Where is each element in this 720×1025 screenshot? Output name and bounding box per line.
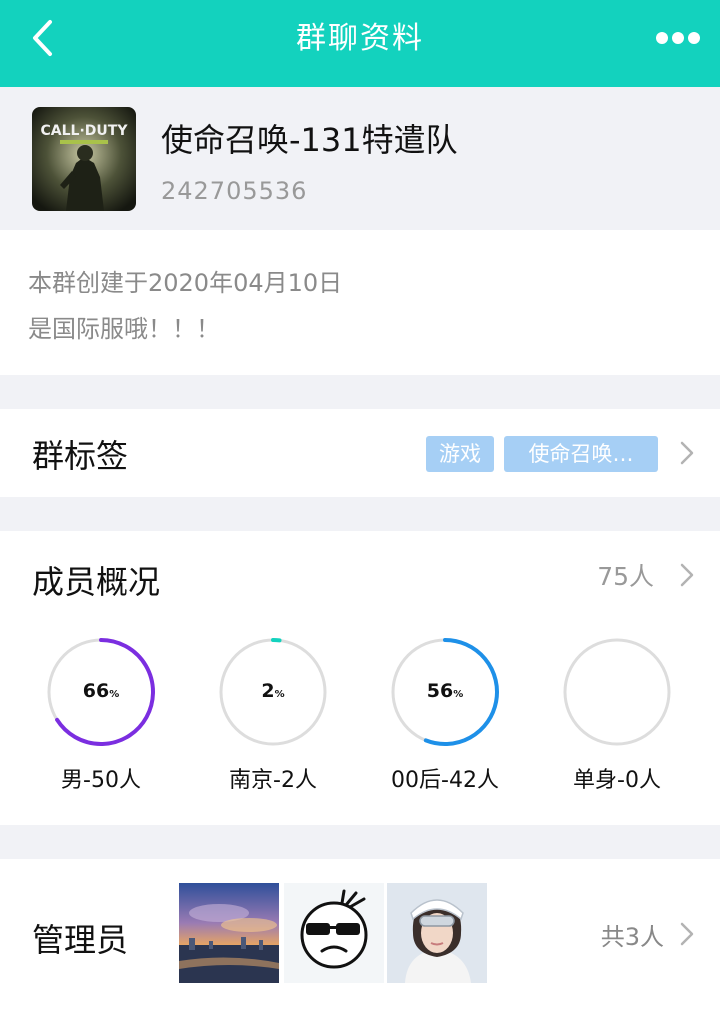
group-tags-row[interactable]: 群标签 游戏 使命召唤… xyxy=(0,409,720,497)
intro-line-1: 本群创建于2020年04月10日 xyxy=(28,269,343,297)
group-intro[interactable]: 本群创建于2020年04月10日 是国际服哦！！！ xyxy=(0,230,720,375)
city-label: 南京-2人 xyxy=(229,768,317,793)
members-label: 成员概况 xyxy=(32,563,161,601)
admin-total: 共3人 xyxy=(600,923,664,951)
member-count: 75人 xyxy=(597,562,654,591)
members-overview[interactable]: 成员概况 75人 66% 男-50人 2% 南京-2人 56% 00后-42人 xyxy=(0,531,720,825)
gender-label: 男-50人 xyxy=(61,768,141,793)
admin-avatar-1[interactable] xyxy=(179,883,279,983)
gender-percent: 66% xyxy=(82,680,120,702)
page-title: 群聊资料 xyxy=(296,21,424,56)
group-avatar[interactable]: CALL·DUTY xyxy=(32,107,136,211)
chevron-right-icon xyxy=(680,922,694,946)
chevron-right-icon xyxy=(680,441,694,465)
svg-text:CALL·DUTY: CALL·DUTY xyxy=(41,123,129,139)
tags-label: 群标签 xyxy=(32,437,129,475)
group-id: 242705536 xyxy=(161,177,308,205)
single-ring xyxy=(563,638,671,746)
city-percent: 2% xyxy=(261,680,285,702)
age-label: 00后-42人 xyxy=(391,768,499,793)
more-button[interactable] xyxy=(654,26,702,50)
intro-line-2: 是国际服哦！！！ xyxy=(28,315,220,343)
single-label: 单身-0人 xyxy=(573,768,661,793)
admins-label: 管理员 xyxy=(32,921,129,959)
tag-game: 游戏 xyxy=(426,436,494,472)
more-dots-icon xyxy=(656,32,700,44)
stat-city: 2% 南京-2人 xyxy=(203,637,343,797)
age-percent: 56% xyxy=(426,680,464,702)
group-name: 使命召唤-131特遣队 xyxy=(161,121,458,159)
top-bar: 群聊资料 xyxy=(0,0,720,87)
group-profile: CALL·DUTY 使命召唤-131特遣队 242705536 xyxy=(0,87,720,230)
admins-row[interactable]: 管理员 共3人 xyxy=(0,859,720,1025)
stat-gender: 66% 男-50人 xyxy=(31,637,171,797)
stat-age: 56% 00后-42人 xyxy=(375,637,515,797)
chevron-right-icon xyxy=(680,563,694,587)
stat-single: 单身-0人 xyxy=(547,637,687,797)
admin-avatar-2[interactable] xyxy=(284,883,384,983)
tag-cod: 使命召唤… xyxy=(504,436,658,472)
admin-avatar-3[interactable] xyxy=(387,883,487,983)
